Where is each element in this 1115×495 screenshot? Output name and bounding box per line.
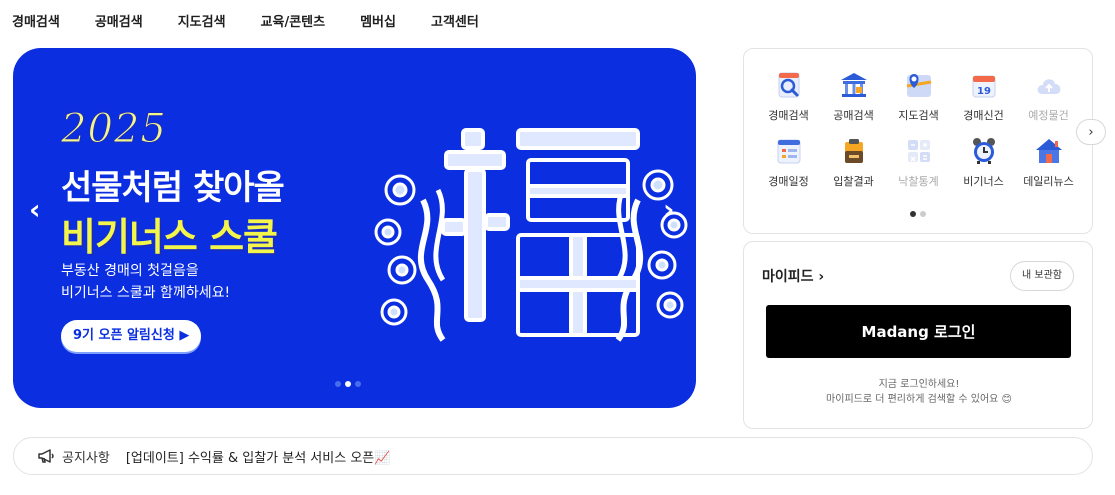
banner-year: 2025 [61,106,167,153]
banner-subtext-line1: 부동산 경매의 첫걸음을 [61,263,199,279]
quick-menu-grid: 경매검색 공매검색 지도검색 19 경매신건 예정물건 경매일정 입찰결과 낙찰… [756,69,1081,189]
schedule-list-icon [773,135,805,167]
nav-item-auction-search[interactable]: 경매검색 [12,11,60,30]
login-prompt-line2: 마이피드로 더 편리하게 검색할 수 있어요 😊 [826,394,1012,405]
magnifier-document-icon [773,69,805,101]
login-prompt-line1: 지금 로그인하세요! [878,379,960,390]
megaphone-icon [38,449,54,463]
quick-menu-label: 공매검색 [833,109,874,122]
calendar-19-icon: 19 [968,69,1000,101]
nav-item-map-search[interactable]: 지도검색 [178,11,226,30]
notification-signup-button[interactable]: 9기 오픈 알림신청 ▶ [61,320,202,352]
map-pin-icon [903,69,935,101]
nav-item-customer-center[interactable]: 고객센터 [431,11,479,30]
banner-headline-highlight: 비기너스 스쿨 [61,215,278,259]
banner-prev-arrow[interactable]: ‹ [29,193,41,226]
nav-item-public-sale-search[interactable]: 공매검색 [95,11,143,30]
quick-menu-dot-active[interactable] [910,211,916,217]
quick-menu-daily-news[interactable]: 데일리뉴스 [1016,135,1081,189]
quick-menu-map-search[interactable]: 지도검색 [886,69,951,123]
quick-menu-winning-bid-stats[interactable]: 낙찰통계 [886,135,951,189]
banner-next-arrow[interactable]: › [663,193,675,226]
quick-menu-auction-schedule[interactable]: 경매일정 [756,135,821,189]
banner-subtext-line2: 비기너스 스쿨과 함께하세요! [61,285,231,301]
fortune-character-illustration [374,128,688,342]
quick-menu-label: 데일리뉴스 [1023,175,1074,188]
quick-menu-label: 낙찰통계 [898,175,939,188]
quick-menu-bid-results[interactable]: 입찰결과 [821,135,886,189]
saved-items-button[interactable]: 내 보관함 [1010,261,1074,291]
banner-pagination [335,381,361,387]
notice-label: 공지사항 [62,450,110,466]
banner-dot[interactable] [355,381,361,387]
my-feed-title-link[interactable]: 마이피드 › [762,266,824,286]
promo-banner[interactable]: 2025 선물처럼 찾아올 비기너스 스쿨 부동산 경매의 첫걸음을 비기너스 … [13,48,696,408]
quick-menu-next-button[interactable]: › [1076,119,1106,145]
svg-text:19: 19 [977,86,991,97]
quick-menu-dot[interactable] [920,211,926,217]
quick-menu-label: 지도검색 [898,109,939,122]
quick-menu-public-sale-search[interactable]: 공매검색 [821,69,886,123]
banner-dot[interactable] [335,381,341,387]
banner-dot-active[interactable] [345,381,351,387]
quick-menu-new-auctions[interactable]: 19 경매신건 [951,69,1016,123]
statistics-grid-icon [903,135,935,167]
quick-menu-label: 경매일정 [768,175,809,188]
chevron-right-icon: › [1088,124,1094,140]
top-navigation: 경매검색 공매검색 지도검색 교육/콘텐츠 멤버십 고객센터 [12,11,514,30]
quick-menu-auction-search[interactable]: 경매검색 [756,69,821,123]
login-prompt-message: 지금 로그인하세요! 마이피드로 더 편리하게 검색할 수 있어요 😊 [744,377,1094,407]
banner-headline: 선물처럼 찾아올 [61,168,285,208]
quick-menu-label: 경매검색 [768,109,809,122]
quick-menu-pagination [910,211,926,217]
quick-menu-label: 예정물건 [1028,109,1069,122]
my-feed-card: 마이피드 › 내 보관함 Madang 로그인 지금 로그인하세요! 마이피드로… [743,241,1093,429]
alarm-clock-icon [968,135,1000,167]
clipboard-result-icon [838,135,870,167]
login-button[interactable]: Madang 로그인 [766,305,1071,358]
quick-menu-label: 경매신건 [963,109,1004,122]
nav-item-membership[interactable]: 멤버십 [360,11,396,30]
quick-menu-beginners[interactable]: 비기너스 [951,135,1016,189]
notice-text-link[interactable]: [업데이트] 수익률 & 입찰가 분석 서비스 오픈📈 [126,447,391,466]
nav-item-education-content[interactable]: 교육/콘텐츠 [261,11,326,30]
notice-bar[interactable]: 공지사항 [업데이트] 수익률 & 입찰가 분석 서비스 오픈📈 [13,437,1093,475]
house-news-icon [1033,135,1065,167]
quick-menu-card: 경매검색 공매검색 지도검색 19 경매신건 예정물건 경매일정 입찰결과 낙찰… [743,48,1093,234]
government-building-icon [838,69,870,101]
banner-subtext: 부동산 경매의 첫걸음을 비기너스 스쿨과 함께하세요! [61,260,230,304]
quick-menu-upcoming-items[interactable]: 예정물건 [1016,69,1081,123]
quick-menu-label: 입찰결과 [833,175,874,188]
quick-menu-label: 비기너스 [963,175,1004,188]
cloud-upload-icon [1033,69,1065,101]
